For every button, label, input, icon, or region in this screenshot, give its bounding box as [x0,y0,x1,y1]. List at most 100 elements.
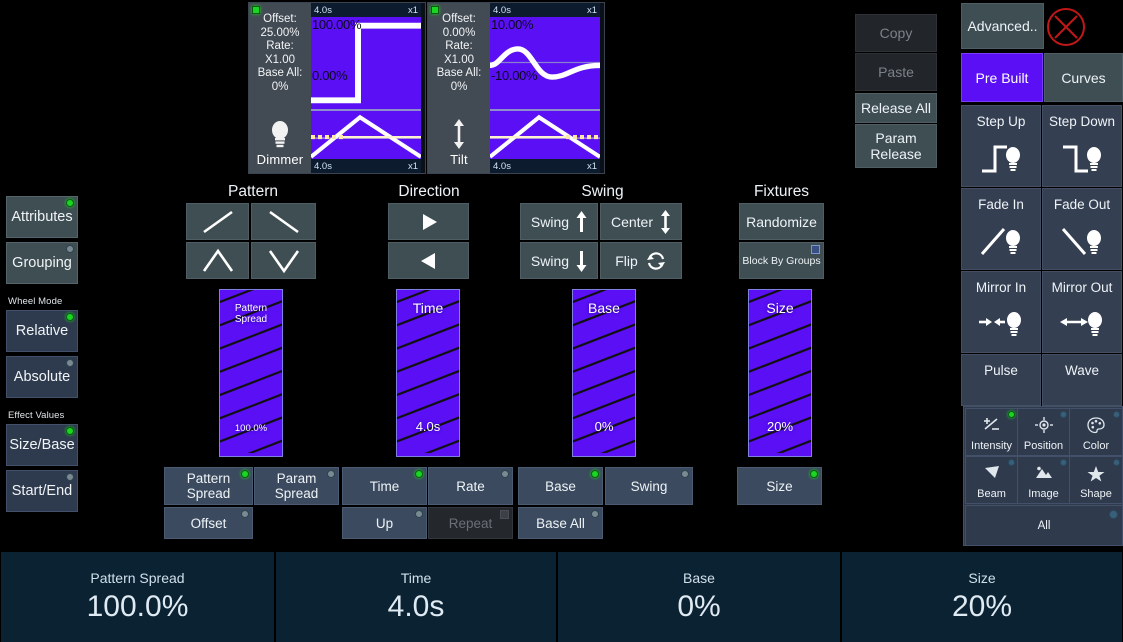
effect-button-label: Fade In [978,197,1024,212]
sidebar-item-relative[interactable]: Relative [6,310,78,352]
encoder-pattern-spread[interactable]: Pattern Spread 100.0% [0,552,275,642]
copy-button-label: Copy [879,25,913,41]
swing-button-up[interactable]: Swing [520,203,598,240]
sidebar-item-size-base[interactable]: Size/Base [6,424,78,466]
waveform-header-rate: x1 [407,4,418,16]
waveform-info-tilt: Offset: 0.00% Rate: X1.00 Base All: 0% T… [428,3,490,173]
image-icon [1033,457,1055,488]
status-led [66,245,74,253]
param-button-param-spread[interactable]: Param Spread [254,467,339,505]
param-button-size[interactable]: Size [737,467,822,505]
sidebar-item-start-end[interactable]: Start/End [6,470,78,512]
param-button-base-all[interactable]: Base All [518,507,603,539]
sidebar-item-grouping[interactable]: Grouping [6,242,78,284]
param-button-base[interactable]: Base [518,467,603,505]
slider-value: 0% [594,419,614,434]
waveform-offset-value: 25.00% [260,26,300,39]
status-led [66,359,74,367]
waveform-offset-label: Offset: [263,13,297,25]
slider-pattern-spread[interactable]: Pattern Spread 100.0% [219,289,283,457]
pattern-button-slope-up[interactable] [186,203,249,240]
advanced-button-label: Advanced.. [967,18,1038,34]
effect-button-step-up[interactable]: Step Up [961,105,1041,187]
attribute-button-image[interactable]: Image [1017,456,1070,504]
advanced-button[interactable]: Advanced.. [961,3,1044,49]
param-button-label: Base [545,478,576,494]
tab-curves-label: Curves [1061,69,1106,86]
effect-button-wave[interactable]: Wave [1042,354,1122,406]
param-button-up[interactable]: Up [342,507,427,539]
pattern-button-peak[interactable] [186,242,249,279]
waveform-header-time: 4.0s [314,4,332,16]
effect-button-mirror-out[interactable]: Mirror Out [1042,271,1122,353]
status-led [500,510,509,519]
encoder-base[interactable]: Base 0% [557,552,841,642]
param-button-rate[interactable]: Rate [428,467,513,505]
waveform-graph-dimmer[interactable]: 4.0s x1 100.00% 0.00% 4.0s x1 [311,3,421,173]
effect-button-fade-out[interactable]: Fade Out [1042,188,1122,270]
tab-pre-built[interactable]: Pre Built [961,53,1043,102]
sidebar-item-attributes[interactable]: Attributes [6,196,78,238]
encoder-value: 100.0% [86,590,189,623]
param-release-button[interactable]: Param Release [855,124,937,168]
status-led [415,470,423,478]
waveform-attribute-label: Dimmer [256,152,304,167]
waveform-header-time: 4.0s [493,4,511,16]
attribute-button-all[interactable]: All [965,505,1123,546]
effect-button-pulse[interactable]: Pulse [961,354,1041,406]
pattern-button-valley[interactable] [251,242,316,279]
fixtures-button-block-by-groups[interactable]: Block By Groups [739,242,824,279]
waveform-footer-time: 4.0s [314,160,332,172]
swing-button-center[interactable]: Center [600,203,682,240]
slider-label: Size [766,300,794,316]
waveform-header-rate: x1 [586,4,597,16]
slider-size[interactable]: Size 20% [748,289,812,457]
pattern-button-slope-down[interactable] [251,203,316,240]
attribute-button-intensity[interactable]: Intensity [965,408,1018,456]
close-circle-icon[interactable] [1043,4,1089,50]
attribute-button-position[interactable]: Position [1017,408,1070,456]
status-led [591,510,599,518]
param-button-offset[interactable]: Offset [164,507,253,539]
effect-button-mirror-in[interactable]: Mirror In [961,271,1041,353]
slider-label: Base [588,300,620,316]
direction-button-forward[interactable] [388,203,469,240]
param-button-pattern-spread[interactable]: Pattern Spread [164,467,253,505]
waveform-card-dimmer[interactable]: Offset: 25.00% Rate: X1.00 Base All: 0% … [248,2,426,174]
waveform-rate-label: Rate: [445,40,473,52]
status-led [1113,411,1120,418]
attribute-button-beam[interactable]: Beam [965,456,1018,504]
direction-button-reverse[interactable] [388,242,469,279]
fixtures-button-randomize[interactable]: Randomize [739,203,824,240]
paste-button[interactable]: Paste [855,53,937,91]
encoder-bar: Pattern Spread 100.0% Time 4.0s Base 0% … [0,552,1123,642]
position-icon [1033,409,1055,440]
waveform-card-tilt[interactable]: Offset: 0.00% Rate: X1.00 Base All: 0% T… [427,2,605,174]
release-all-button[interactable]: Release All [855,93,937,123]
arrow-up-icon [576,210,587,232]
slider-time[interactable]: Time 4.0s [396,289,460,457]
attribute-button-shape[interactable]: Shape [1069,456,1123,504]
slider-base[interactable]: Base 0% [572,289,636,457]
sidebar-item-absolute[interactable]: Absolute [6,356,78,398]
fade-in-icon [977,212,1025,269]
param-button-repeat[interactable]: Repeat [428,507,513,539]
swing-button-down[interactable]: Swing [520,242,598,279]
effect-button-label: Step Down [1048,114,1116,129]
waveform-graph-tilt[interactable]: 4.0s x1 10.00% -10.00% 4.0s x1 [490,3,600,173]
effect-button-step-down[interactable]: Step Down [1042,105,1122,187]
encoder-value: 20% [951,590,1013,623]
param-button-swing[interactable]: Swing [605,467,693,505]
attribute-button-color[interactable]: Color [1069,408,1123,456]
param-button-time[interactable]: Time [342,467,427,505]
tab-curves[interactable]: Curves [1044,53,1123,102]
attribute-button-label: Intensity [971,440,1012,452]
swing-button-flip[interactable]: Flip [600,242,682,279]
encoder-time[interactable]: Time 4.0s [275,552,557,642]
valley-icon [268,249,299,273]
encoder-size[interactable]: Size 20% [841,552,1123,642]
effect-button-fade-in[interactable]: Fade In [961,188,1041,270]
copy-button[interactable]: Copy [855,14,937,52]
arrow-down-icon [576,250,587,272]
refresh-cycle-icon [646,251,665,270]
